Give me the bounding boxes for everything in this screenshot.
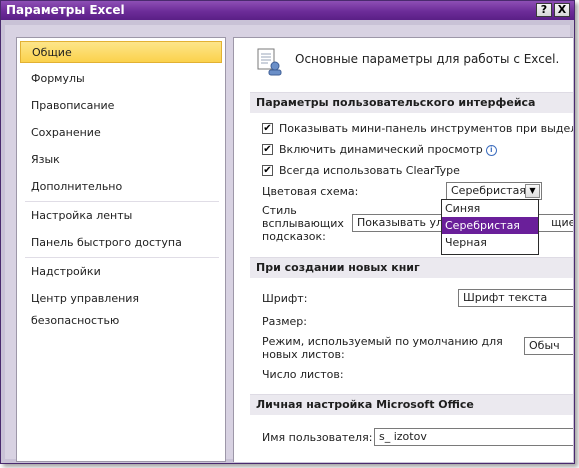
nav-item-advanced[interactable]: Дополнительно [20, 176, 222, 198]
color-scheme-label: Цветовая схема: [262, 185, 359, 198]
color-scheme-option-black[interactable]: Черная [442, 234, 538, 251]
tooltip-style-label-line1: Стиль [262, 204, 297, 217]
live-preview-checkbox[interactable]: ✔ [262, 144, 273, 155]
nav-item-language[interactable]: Язык [20, 149, 222, 171]
mini-toolbar-checkbox[interactable]: ✔ [262, 123, 273, 134]
title-bar: Параметры Excel ? X [1, 1, 574, 20]
nav-item-quick-access-toolbar[interactable]: Панель быстрого доступа [20, 232, 222, 254]
tooltip-style-label-line3: подсказок: [262, 230, 326, 243]
color-scheme-option-silver[interactable]: Серебристая [442, 217, 538, 234]
info-icon[interactable]: i [485, 144, 497, 156]
cleartype-option[interactable]: ✔ Всегда использовать ClearType [262, 164, 460, 180]
color-scheme-dropdown-list[interactable]: Синяя Серебристая Черная [441, 199, 539, 255]
nav-separator [25, 257, 219, 258]
nav-item-save[interactable]: Сохранение [20, 122, 222, 144]
font-select[interactable]: Шрифт текста [458, 289, 573, 307]
nav-item-formulas[interactable]: Формулы [20, 68, 222, 90]
cleartype-label: Всегда использовать ClearType [279, 164, 460, 177]
tooltip-style-value-tail: щие [551, 216, 573, 229]
cleartype-checkbox[interactable]: ✔ [262, 165, 273, 176]
color-scheme-option-blue[interactable]: Синяя [442, 200, 538, 217]
font-label: Шрифт: [262, 292, 308, 305]
window-title: Параметры Excel [6, 3, 125, 17]
default-view-label-line1: Режим, используемый по умолчанию для [262, 335, 503, 348]
tooltip-style-label-line2: всплывающих [262, 217, 344, 230]
page-heading: Основные параметры для работы с Excel. [295, 52, 560, 66]
color-scheme-value: Серебристая [451, 184, 526, 197]
live-preview-option[interactable]: ✔ Включить динамический просмотр i [262, 143, 497, 159]
default-view-label-line2: новых листов: [262, 348, 345, 361]
mini-toolbar-option[interactable]: ✔ Показывать мини-панель инструментов при… [262, 122, 573, 138]
mini-toolbar-label: Показывать мини-панель инструментов при … [279, 122, 573, 135]
font-size-label: Размер: [262, 315, 307, 328]
username-label: Имя пользователя: [262, 431, 373, 444]
sheet-count-label: Число листов: [262, 368, 344, 381]
options-page-icon [257, 48, 282, 76]
section-ui-options: Параметры пользовательского интерфейса [250, 92, 573, 113]
nav-item-general[interactable]: Общие [20, 41, 222, 63]
live-preview-label: Включить динамический просмотр [279, 143, 483, 156]
options-nav: Общие Формулы Правописание Сохранение Яз… [16, 37, 226, 462]
nav-separator [25, 201, 219, 202]
color-scheme-select[interactable]: Серебристая ▼ [446, 182, 542, 200]
nav-item-customize-ribbon[interactable]: Настройка ленты [20, 205, 222, 227]
nav-item-add-ins[interactable]: Надстройки [20, 261, 222, 283]
close-button[interactable]: X [554, 3, 570, 17]
chevron-down-icon[interactable]: ▼ [525, 184, 540, 198]
nav-item-trust-center[interactable]: Центр управления безопасностью [20, 288, 222, 327]
section-new-workbooks: При создании новых книг [250, 257, 573, 278]
section-office-personalize: Личная настройка Microsoft Office [250, 394, 573, 415]
help-button[interactable]: ? [536, 3, 552, 17]
nav-item-proofing[interactable]: Правописание [20, 95, 222, 117]
default-view-select[interactable]: Обыч [524, 337, 573, 355]
username-input[interactable]: s_ izotov [374, 428, 573, 446]
